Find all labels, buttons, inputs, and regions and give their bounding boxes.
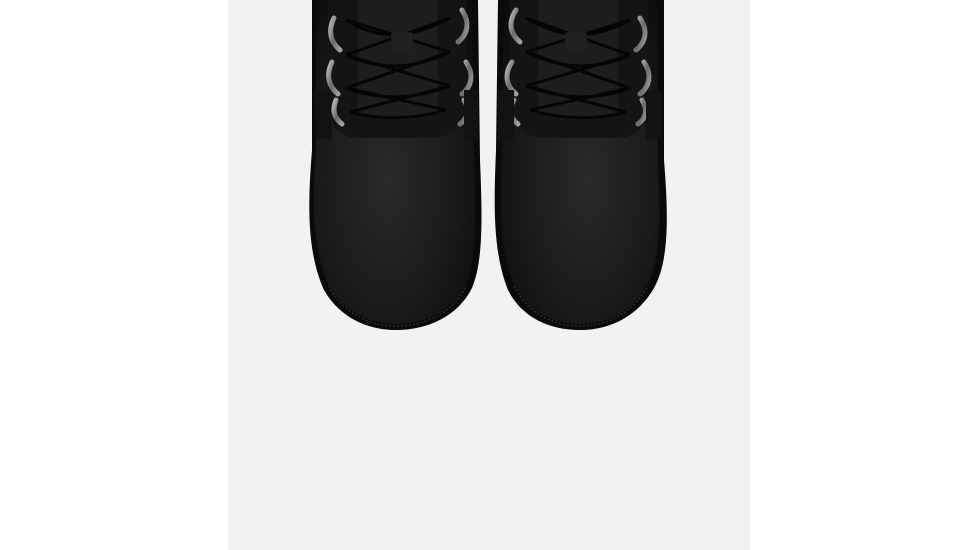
product-image-frame — [228, 0, 750, 550]
product-image — [309, 0, 667, 330]
right-boot — [494, 0, 667, 330]
left-boot — [309, 0, 482, 330]
image-viewer — [0, 0, 978, 550]
